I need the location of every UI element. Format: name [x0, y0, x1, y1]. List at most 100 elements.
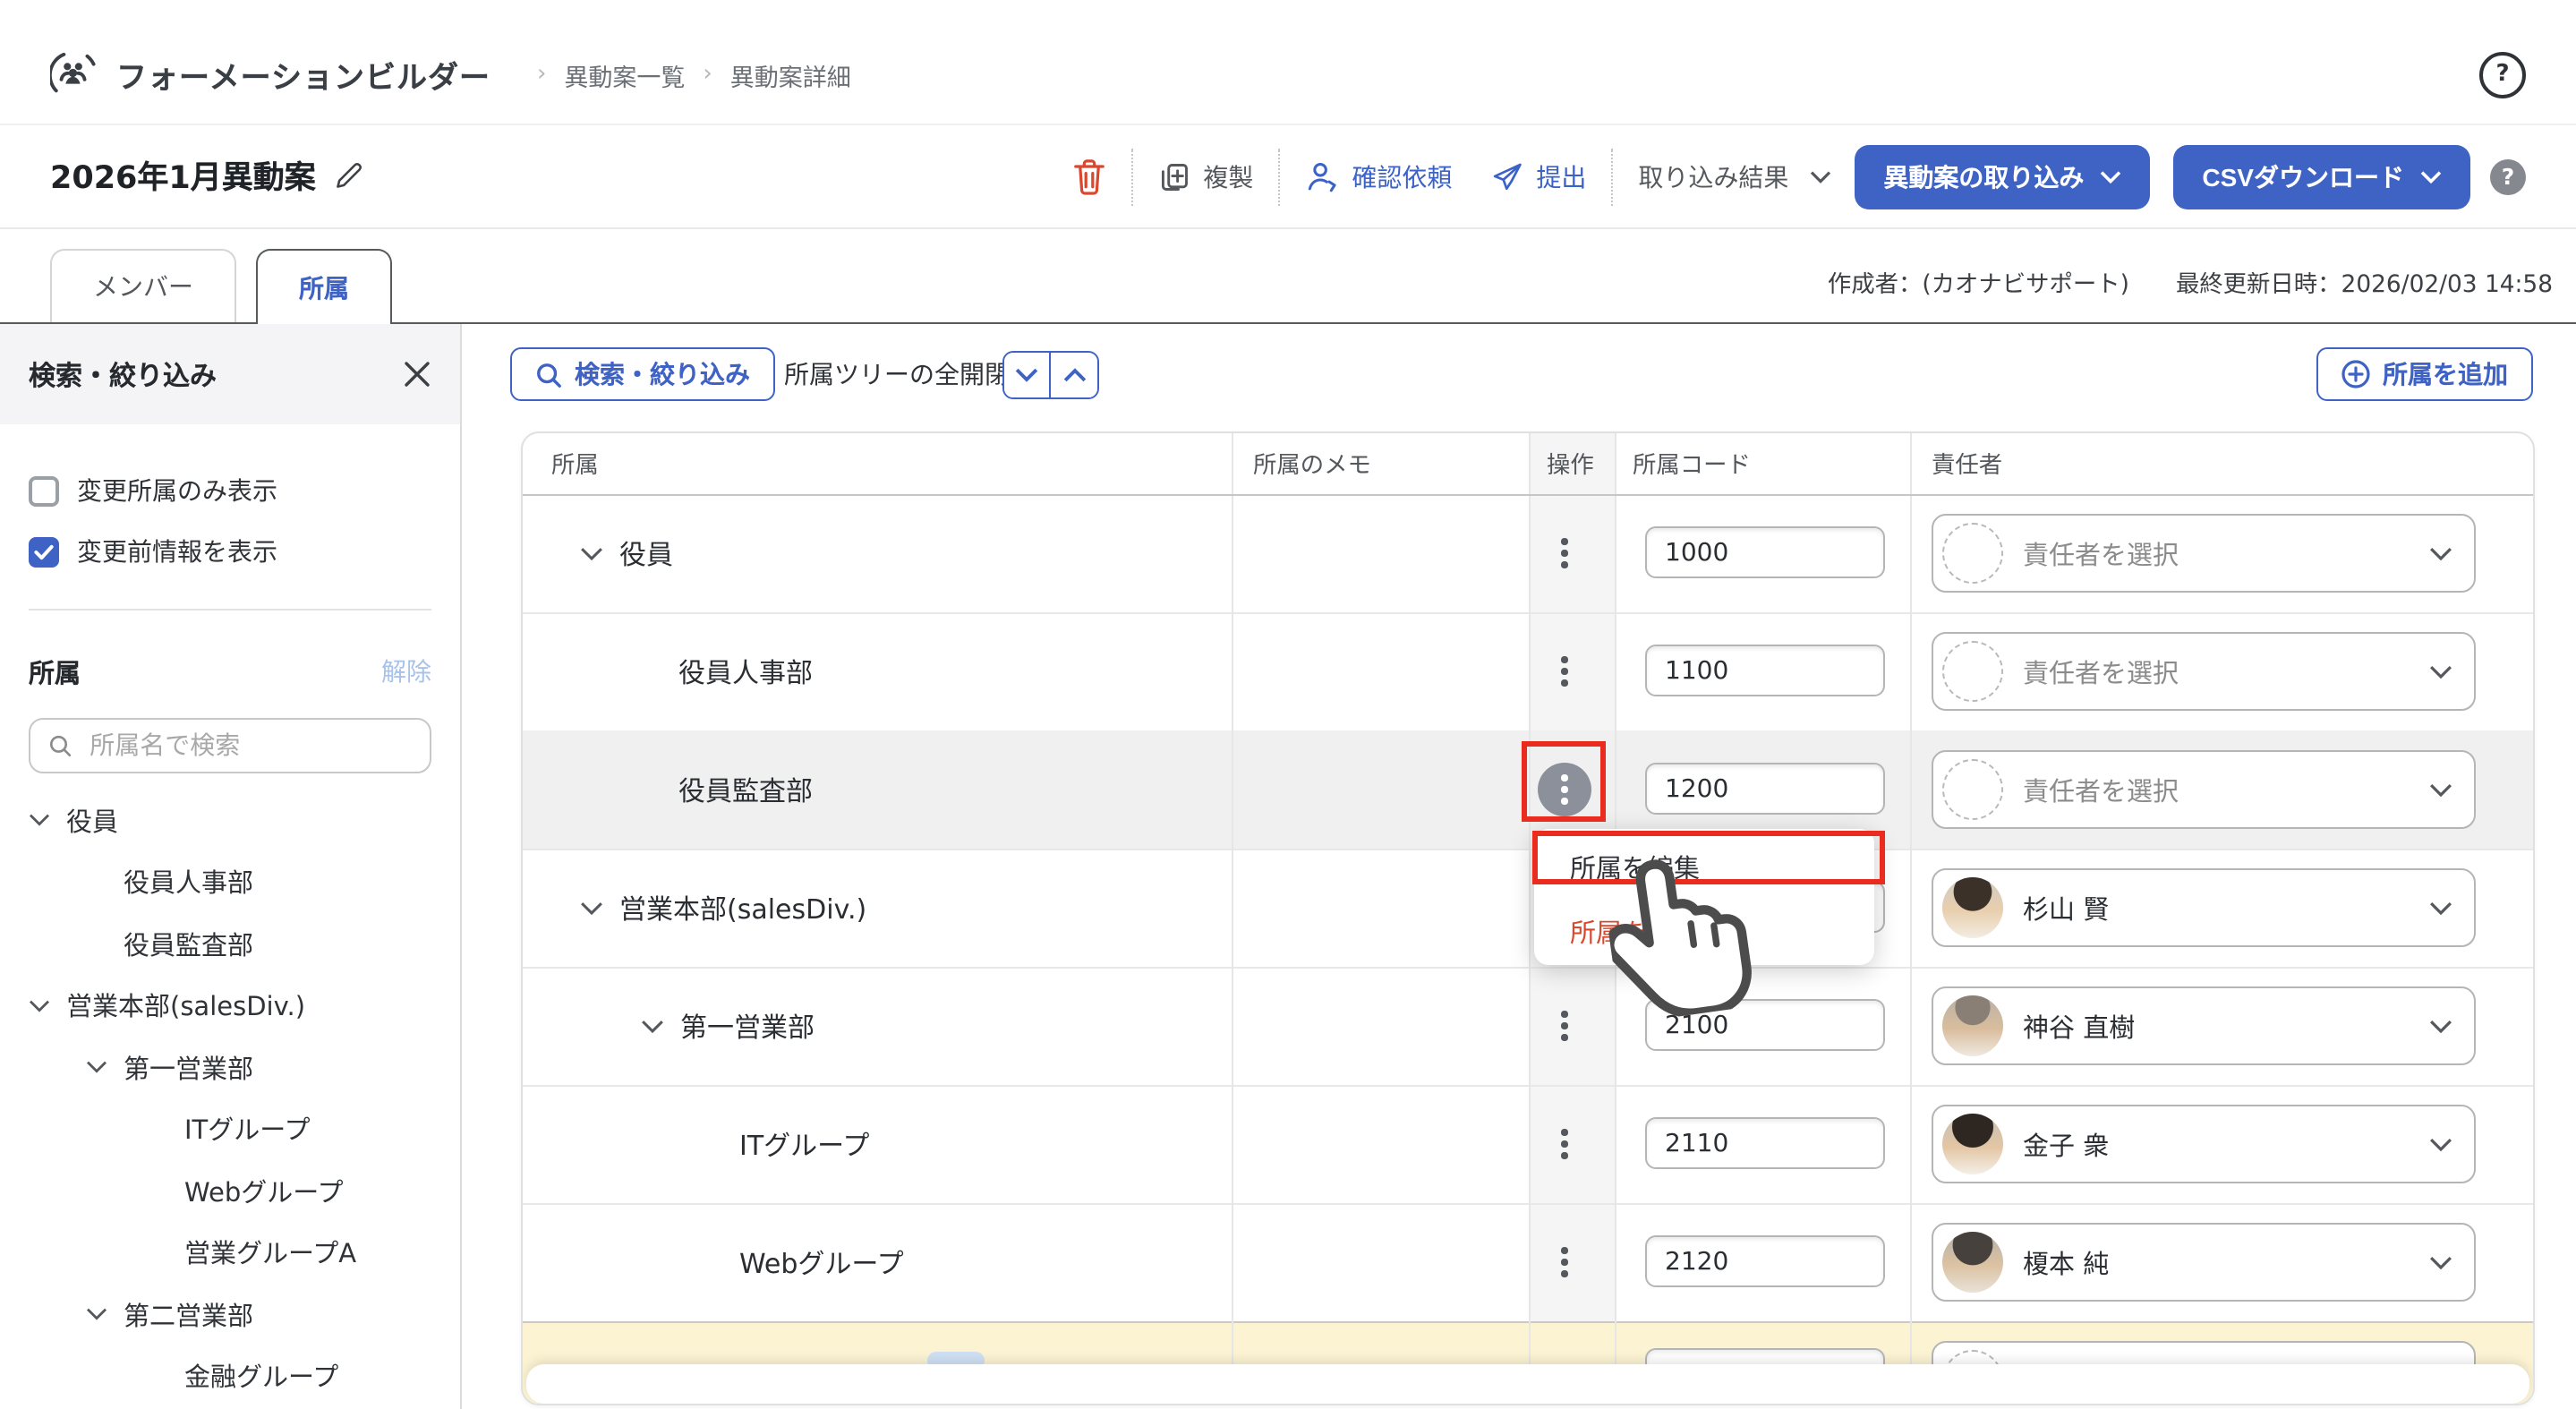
col-header-manager: 責任者	[1932, 432, 2002, 494]
checkbox-unchecked[interactable]	[29, 475, 59, 506]
toolbar: 複製 確認依頼 提出 取り込み結果 異動案の取り込み CSVダウンロード	[1072, 144, 2526, 209]
add-affiliation-button[interactable]: 所属を追加	[2316, 347, 2533, 401]
tree-item[interactable]: 第二営業部	[0, 1284, 460, 1345]
row-actions-kebab[interactable]	[1538, 645, 1591, 698]
affiliation-code-input[interactable]	[1645, 1235, 1885, 1287]
help-icon[interactable]: ?	[2490, 158, 2526, 194]
tree-item[interactable]: ITグループ	[0, 1098, 460, 1160]
column-divider	[1529, 432, 1531, 1404]
divider	[1131, 148, 1133, 205]
affiliation-code-input[interactable]	[1645, 645, 1885, 696]
tab-member[interactable]: メンバー	[50, 249, 236, 322]
chevron-down-icon	[2429, 1136, 2452, 1152]
manager-select[interactable]: 榎本 純	[1932, 1223, 2476, 1302]
chevron-down-icon[interactable]	[641, 1018, 664, 1034]
submit-button[interactable]: 提出	[1491, 158, 1586, 194]
clear-filter-link[interactable]: 解除	[381, 653, 431, 689]
collapse-all-button[interactable]	[1051, 352, 1097, 397]
csv-download-button[interactable]: CSVダウンロード	[2173, 144, 2470, 209]
help-icon[interactable]: ?	[2479, 51, 2526, 98]
checkbox-show-before-change[interactable]: 変更前情報を表示	[29, 521, 431, 582]
cursor-hand-icon	[1609, 850, 1756, 1014]
manager-select[interactable]: 責任者を選択	[1932, 514, 2476, 593]
tree-item[interactable]: 役員	[0, 790, 460, 851]
manager-select[interactable]: 金子 衆	[1932, 1105, 2476, 1183]
row-actions-kebab[interactable]	[1538, 999, 1591, 1053]
plus-circle-icon	[2341, 360, 2370, 389]
import-plan-button[interactable]: 異動案の取り込み	[1855, 144, 2150, 209]
breadcrumb-plan-detail: 異動案詳細	[730, 56, 851, 92]
avatar-placeholder	[1942, 523, 2003, 584]
formation-builder-logo-icon	[50, 50, 98, 98]
chevron-down-icon	[86, 1308, 107, 1322]
table-row: 役員人事部 責任者を選択	[523, 612, 2533, 732]
app-header: フォーメーションビルダー › 異動案一覧 › 異動案詳細 ?	[0, 0, 2576, 125]
row-actions-kebab[interactable]	[1538, 1235, 1591, 1289]
breadcrumb-sep-icon: ›	[703, 61, 712, 88]
col-header-code: 所属コード	[1633, 432, 1751, 494]
import-result-button[interactable]: 取り込み結果	[1638, 158, 1831, 194]
chevron-down-icon	[29, 999, 50, 1013]
col-header-operation: 操作	[1547, 432, 1594, 494]
tree-item[interactable]: 役員人事部	[0, 851, 460, 913]
tree-expand-collapse-control	[1002, 350, 1099, 398]
chevron-down-icon	[2429, 1018, 2452, 1034]
divider	[1611, 148, 1613, 205]
col-header-affiliation: 所属	[551, 432, 599, 494]
duplicate-button[interactable]: 複製	[1158, 158, 1253, 194]
affiliation-code-input[interactable]	[1645, 1117, 1885, 1169]
chevron-down-icon	[2429, 545, 2452, 561]
breadcrumb: › 異動案一覧 › 異動案詳細	[519, 56, 851, 92]
search-icon	[535, 361, 562, 388]
chevron-down-icon[interactable]	[580, 545, 603, 561]
divider	[1278, 148, 1280, 205]
tree-item[interactable]: 営業本部(salesDiv.)	[0, 975, 460, 1037]
affiliation-tree: 役員 役員人事部 役員監査部 営業本部(salesDiv.) 第一営業部 ITグ…	[0, 790, 460, 1407]
checkbox-checked[interactable]	[29, 536, 59, 567]
chevron-down-icon	[2100, 169, 2121, 184]
breadcrumb-sep-icon: ›	[537, 61, 546, 88]
chevron-down-icon	[86, 1061, 107, 1075]
manager-select[interactable]: 責任者を選択	[1932, 750, 2476, 829]
chevron-down-icon	[2429, 663, 2452, 679]
updated-label: 最終更新日時：2026/02/03 14:58	[2176, 265, 2553, 299]
table-row: 役員 責任者を選択	[523, 494, 2533, 614]
breadcrumb-plan-list[interactable]: 異動案一覧	[564, 56, 685, 92]
avatar	[1942, 1114, 2003, 1174]
close-icon[interactable]	[403, 360, 431, 389]
manager-select[interactable]: 責任者を選択	[1932, 632, 2476, 711]
affiliation-code-input[interactable]	[1645, 763, 1885, 815]
row-actions-kebab[interactable]	[1538, 1117, 1591, 1171]
table-row-active: 役員監査部 責任者を選択	[523, 730, 2533, 850]
confirm-request-button[interactable]: 確認依頼	[1305, 158, 1452, 194]
column-divider	[1910, 432, 1912, 1404]
delete-button[interactable]	[1072, 158, 1106, 195]
checkbox-show-changed-only[interactable]: 変更所属のみ表示	[29, 460, 431, 521]
expand-all-button[interactable]	[1004, 352, 1051, 397]
affiliation-search-box[interactable]	[29, 718, 431, 773]
tree-item[interactable]: 営業グループA	[0, 1222, 460, 1284]
table-row: ITグループ 金子 衆	[523, 1085, 2533, 1205]
table-row: Webグループ 榎本 純	[523, 1203, 2533, 1323]
tree-item[interactable]: 金融グループ	[0, 1345, 460, 1407]
sidebar-header: 検索・絞り込み	[0, 324, 460, 424]
row-actions-kebab[interactable]	[1538, 526, 1591, 580]
affiliation-code-input[interactable]	[1645, 526, 1885, 578]
chevron-down-icon[interactable]	[580, 900, 603, 916]
chevron-down-icon	[1015, 366, 1038, 382]
tree-item[interactable]: Webグループ	[0, 1160, 460, 1222]
row-actions-kebab-active[interactable]	[1538, 763, 1591, 816]
affiliation-search-input[interactable]	[86, 730, 412, 762]
manager-select[interactable]: 神谷 直樹	[1932, 986, 2476, 1065]
avatar	[1942, 877, 2003, 938]
sidebar-title: 検索・絞り込み	[29, 355, 217, 393]
edit-title-pencil-icon[interactable]	[334, 161, 364, 192]
search-filter-button[interactable]: 検索・絞り込み	[510, 347, 775, 401]
manager-select[interactable]: 杉山 賢	[1932, 868, 2476, 947]
chevron-down-icon	[2429, 900, 2452, 916]
avatar	[1942, 995, 2003, 1056]
affiliation-section-label: 所属	[29, 653, 81, 690]
tab-affiliation[interactable]: 所属	[256, 248, 392, 325]
tree-item[interactable]: 役員監査部	[0, 913, 460, 975]
tree-item[interactable]: 第一営業部	[0, 1037, 460, 1098]
